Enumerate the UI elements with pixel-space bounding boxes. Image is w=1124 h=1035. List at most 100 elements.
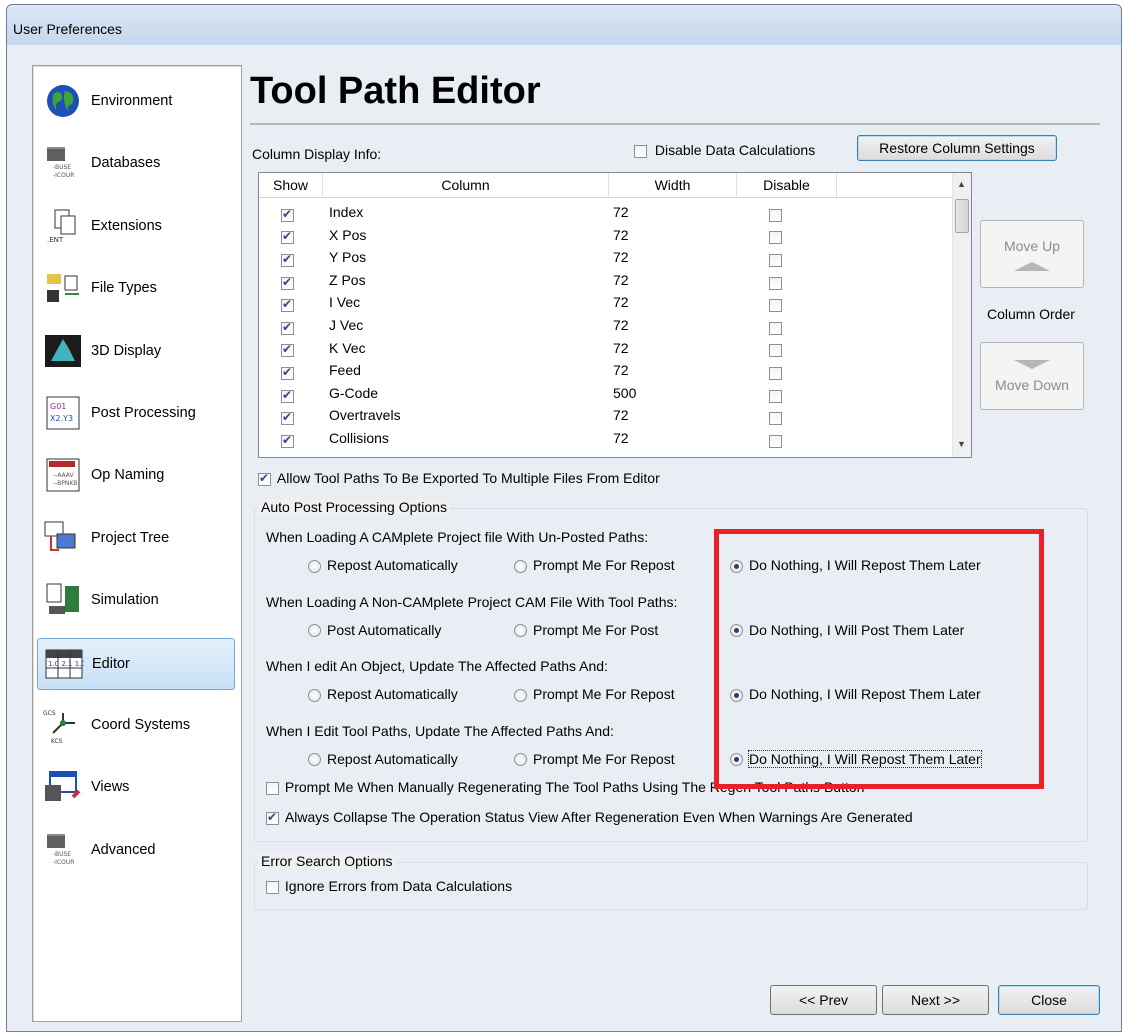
scroll-thumb[interactable] xyxy=(955,199,969,233)
sidebar-item-databases[interactable]: -BUSE -ICOUR Databases xyxy=(37,138,235,188)
scroll-down-arrow-icon[interactable]: ▼ xyxy=(957,439,966,449)
column-width[interactable]: 72 xyxy=(613,362,629,378)
column-width[interactable]: 72 xyxy=(613,294,629,310)
table-row[interactable]: Collisions 72 xyxy=(259,428,953,451)
auto-post-option[interactable]: Prompt Me For Post xyxy=(514,622,658,638)
disable-checkbox[interactable] xyxy=(769,276,782,290)
disable-checkbox[interactable] xyxy=(769,389,782,403)
ignore-errors[interactable]: Ignore Errors from Data Calculations xyxy=(266,878,512,894)
prev-button[interactable]: << Prev xyxy=(770,985,877,1015)
radio-button[interactable] xyxy=(514,624,527,638)
disable-data-calculations[interactable]: Disable Data Calculations xyxy=(634,142,815,158)
show-checkbox[interactable] xyxy=(281,252,294,267)
show-checkbox[interactable] xyxy=(281,433,294,448)
disable-checkbox[interactable] xyxy=(769,434,782,448)
auto-post-option[interactable]: Post Automatically xyxy=(308,622,441,638)
column-width[interactable]: 72 xyxy=(613,317,629,333)
sidebar-item-op-naming[interactable]: --AAAV --BPNKB Op Naming xyxy=(37,450,235,500)
disable-checkbox[interactable] xyxy=(769,208,782,222)
header-column[interactable]: Column xyxy=(323,173,609,197)
show-checkbox[interactable] xyxy=(281,410,294,426)
table-row[interactable]: G-Code 500 xyxy=(259,383,953,406)
disable-checkbox[interactable] xyxy=(769,253,782,267)
table-row[interactable]: Index 72 xyxy=(259,202,953,225)
show-checkbox[interactable] xyxy=(281,342,294,358)
column-name: X Pos xyxy=(329,226,367,243)
auto-post-option[interactable]: Prompt Me For Repost xyxy=(514,751,675,767)
column-width[interactable]: 72 xyxy=(613,272,629,288)
columns-table[interactable]: Show Column Width Disable Index 72 X Pos 72… xyxy=(258,172,972,458)
next-button[interactable]: Next >> xyxy=(882,985,989,1015)
sidebar-item-simulation[interactable]: Simulation xyxy=(37,575,235,625)
column-width[interactable]: 72 xyxy=(613,227,629,243)
header-width[interactable]: Width xyxy=(609,173,737,197)
column-width[interactable]: 72 xyxy=(613,249,629,265)
sidebar-item-3d-display[interactable]: 3D Display xyxy=(37,326,235,376)
table-row[interactable]: X Pos 72 xyxy=(259,225,953,248)
disable-checkbox[interactable] xyxy=(769,412,782,426)
show-checkbox[interactable] xyxy=(281,388,294,403)
show-checkbox[interactable] xyxy=(281,229,294,245)
column-width[interactable]: 500 xyxy=(613,385,636,401)
radio-button[interactable] xyxy=(308,624,321,638)
table-row[interactable]: I Vec 72 xyxy=(259,292,953,315)
disable-checkbox[interactable] xyxy=(769,321,782,335)
table-row[interactable]: Feed 72 xyxy=(259,360,953,383)
disable-checkbox[interactable] xyxy=(769,366,782,380)
table-row[interactable]: Overtravels 72 xyxy=(259,405,953,428)
columns-table-scrollbar[interactable]: ▲ ▼ xyxy=(952,173,971,457)
close-button[interactable]: Close xyxy=(998,985,1100,1015)
sidebar-item-editor[interactable]: 1.0 2.1 1.0 Editor xyxy=(37,637,235,690)
radio-button[interactable] xyxy=(308,753,321,767)
auto-post-processing-legend: Auto Post Processing Options xyxy=(258,499,450,515)
column-width[interactable]: 72 xyxy=(613,340,629,356)
header-disable[interactable]: Disable xyxy=(737,173,837,197)
disable-checkbox[interactable] xyxy=(769,344,782,358)
table-row[interactable]: J Vec 72 xyxy=(259,315,953,338)
disable-data-calculations-checkbox[interactable] xyxy=(634,144,647,158)
column-width[interactable]: 72 xyxy=(613,407,629,423)
show-checkbox[interactable] xyxy=(281,320,294,335)
auto-post-option[interactable]: Repost Automatically xyxy=(308,557,458,573)
radio-button[interactable] xyxy=(308,559,321,573)
header-show[interactable]: Show xyxy=(259,173,323,197)
collapse-status[interactable]: Always Collapse The Operation Status Vie… xyxy=(266,809,913,825)
sidebar-item-extensions[interactable]: .ENT Extensions xyxy=(37,201,235,251)
auto-post-option[interactable]: Prompt Me For Repost xyxy=(514,686,675,702)
disable-checkbox[interactable] xyxy=(769,231,782,245)
radio-button[interactable] xyxy=(514,688,527,702)
sidebar-item-advanced[interactable]: -BUSE -ICOUR Advanced xyxy=(37,825,235,875)
scroll-up-arrow-icon[interactable]: ▲ xyxy=(957,179,966,189)
radio-button[interactable] xyxy=(514,559,527,573)
move-up-button[interactable]: Move Up xyxy=(980,220,1084,288)
prompt-regen-checkbox[interactable] xyxy=(266,781,279,795)
show-checkbox[interactable] xyxy=(281,275,294,290)
sidebar-item-environment[interactable]: Environment xyxy=(37,76,235,126)
auto-post-option[interactable]: Prompt Me For Repost xyxy=(514,557,675,573)
show-checkbox[interactable] xyxy=(281,297,294,313)
table-row[interactable]: Z Pos 72 xyxy=(259,270,953,293)
table-row[interactable]: Y Pos 72 xyxy=(259,247,953,270)
restore-column-settings-button[interactable]: Restore Column Settings xyxy=(857,135,1057,161)
show-checkbox[interactable] xyxy=(281,207,294,222)
disable-checkbox[interactable] xyxy=(769,299,782,313)
column-width[interactable]: 72 xyxy=(613,430,629,446)
collapse-status-checkbox[interactable] xyxy=(266,810,279,825)
sidebar-item-coord-systems[interactable]: GCS KCS Coord Systems xyxy=(37,700,235,750)
column-width[interactable]: 72 xyxy=(613,204,629,220)
ignore-errors-checkbox[interactable] xyxy=(266,880,279,894)
radio-button[interactable] xyxy=(514,753,527,767)
export-multiple-files-checkbox[interactable] xyxy=(258,471,271,486)
sidebar-item-file-types[interactable]: File Types xyxy=(37,263,235,313)
sidebar-item-project-tree[interactable]: Project Tree xyxy=(37,513,235,563)
export-multiple-files[interactable]: Allow Tool Paths To Be Exported To Multi… xyxy=(258,470,660,486)
auto-post-option[interactable]: Repost Automatically xyxy=(308,751,458,767)
move-down-button[interactable]: Move Down xyxy=(980,342,1084,410)
radio-button[interactable] xyxy=(308,688,321,702)
collapse-status-label: Always Collapse The Operation Status Vie… xyxy=(284,809,913,825)
show-checkbox[interactable] xyxy=(281,365,294,380)
table-row[interactable]: K Vec 72 xyxy=(259,338,953,361)
auto-post-option[interactable]: Repost Automatically xyxy=(308,686,458,702)
sidebar-item-views[interactable]: Views xyxy=(37,762,235,812)
sidebar-item-post-processing[interactable]: G01 X2.Y3 Post Processing xyxy=(37,388,235,438)
